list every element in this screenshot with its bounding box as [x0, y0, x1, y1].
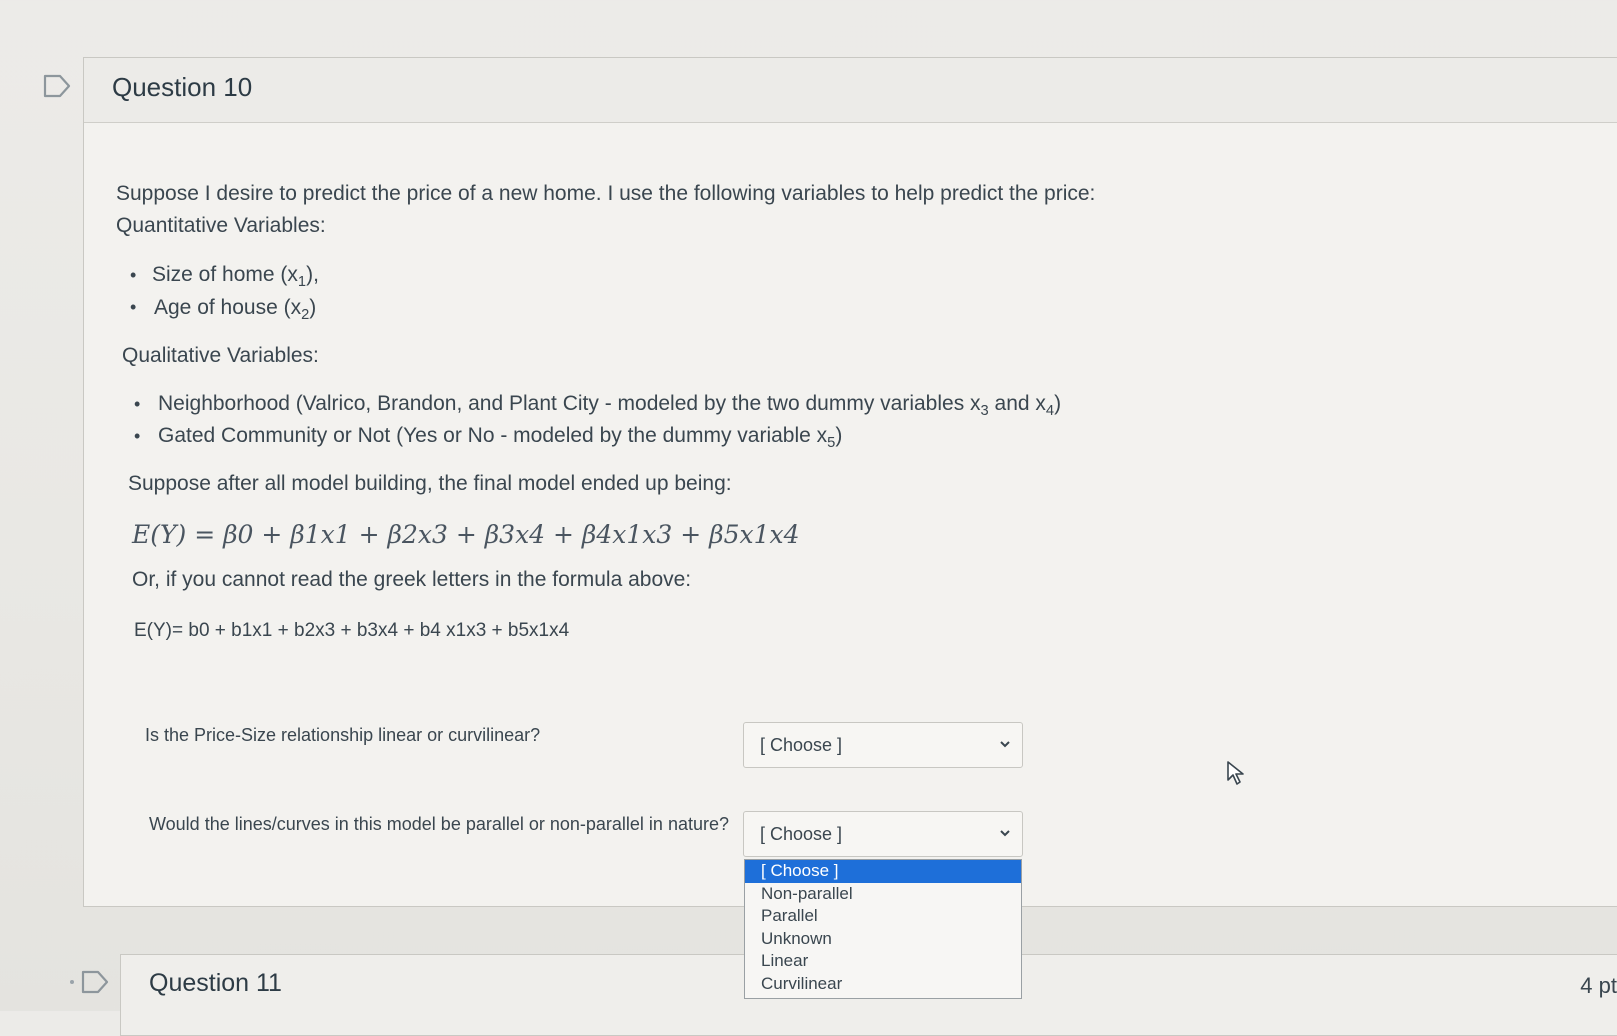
question-title: Question 10 — [112, 72, 253, 102]
select-value: [ Choose ] — [760, 735, 843, 755]
flag-question-icon[interactable] — [80, 970, 110, 994]
quant-item-age: Age of house (x2) — [154, 296, 317, 324]
chevron-down-icon — [1000, 741, 1010, 748]
quant-item-size: Size of home (x1), — [152, 263, 319, 291]
linear-select[interactable]: [ Choose ] — [743, 722, 1023, 768]
formula-plain: E(Y)= b0 + b1x1 + b2x3 + b3x4 + b4 x1x3 … — [134, 620, 570, 641]
mouse-cursor-icon — [1227, 761, 1244, 785]
alt-intro: Or, if you cannot read the greek letters… — [132, 568, 692, 591]
bullet-dot: • — [134, 394, 141, 414]
dropdown-option[interactable]: [ Choose ] — [745, 860, 1021, 883]
dropdown-option[interactable]: Unknown — [745, 928, 1021, 951]
bullet-dot: • — [130, 265, 137, 285]
points-label: 4 pt — [1580, 973, 1617, 998]
flag-question-icon[interactable] — [42, 74, 72, 98]
select-value: [ Choose ] — [760, 824, 843, 844]
question-title: Question 11 — [149, 969, 282, 997]
formula-greek: E(Y) = β0 + β1x1 + β2x3 + β3x4 + β4x1x3 … — [132, 520, 800, 549]
dropdown-option[interactable]: Non-parallel — [745, 883, 1021, 906]
model-intro: Suppose after all model building, the fi… — [128, 472, 732, 495]
parallel-select[interactable]: [ Choose ] — [743, 811, 1023, 857]
bullet-dot: • — [134, 426, 141, 446]
bullet-dot — [70, 980, 74, 984]
bullet-dot: • — [130, 297, 137, 317]
dropdown-option[interactable]: Parallel — [745, 905, 1021, 928]
quantitative-heading: Quantitative Variables: — [116, 214, 326, 237]
linear-question-label: Is the Price-Size relationship linear or… — [145, 725, 541, 745]
question-10-header: Question 10 — [84, 58, 1617, 123]
parallel-question-label: Would the lines/curves in this model be … — [149, 814, 729, 834]
qual-item-gated: Gated Community or Not (Yes or No - mode… — [158, 424, 843, 452]
parallel-dropdown-list: [ Choose ] Non-parallel Parallel Unknown… — [744, 859, 1022, 999]
question-intro: Suppose I desire to predict the price of… — [116, 182, 1096, 205]
qualitative-heading: Qualitative Variables: — [122, 344, 319, 367]
qual-item-neighborhood: Neighborhood (Valrico, Brandon, and Plan… — [158, 392, 1062, 420]
chevron-down-icon — [1000, 830, 1010, 837]
dropdown-option[interactable]: Curvilinear — [745, 973, 1021, 996]
dropdown-option[interactable]: Linear — [745, 950, 1021, 973]
